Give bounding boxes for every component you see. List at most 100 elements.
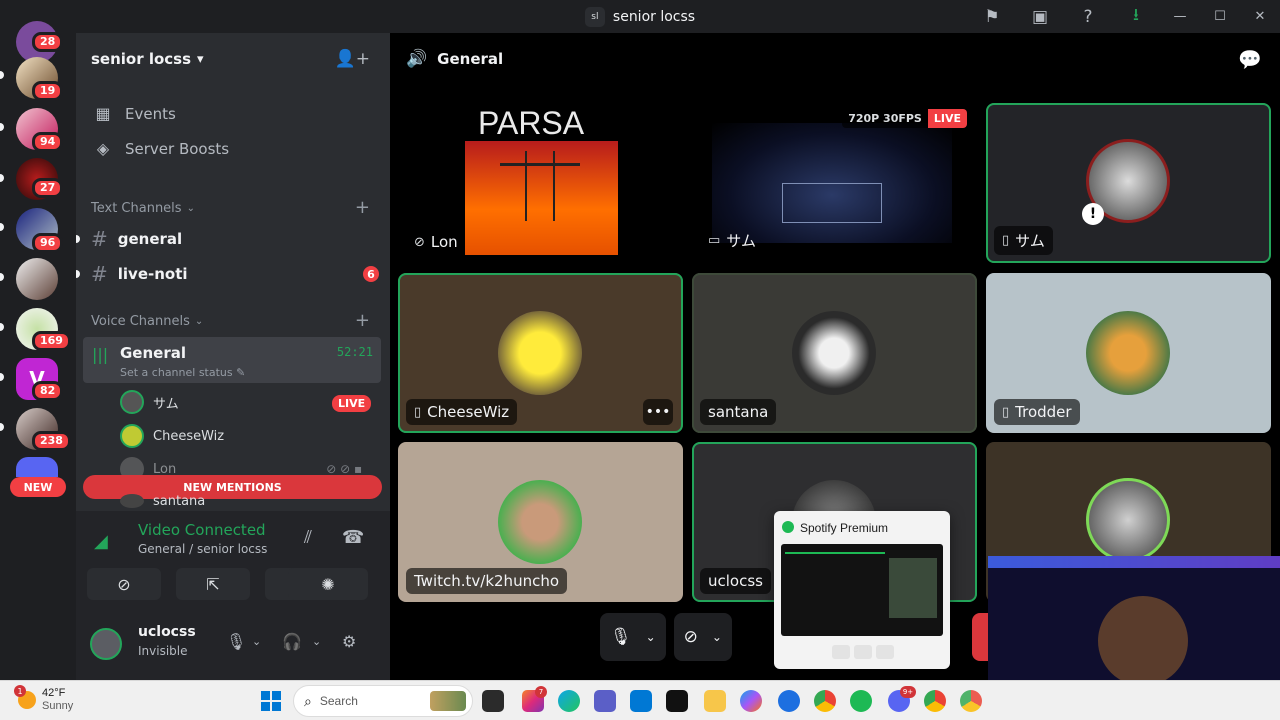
temperature: 42°F bbox=[42, 687, 66, 699]
start-button[interactable] bbox=[261, 691, 281, 711]
events-link[interactable]: ▦ Events bbox=[91, 104, 176, 123]
sun-icon: 1 bbox=[14, 685, 36, 709]
inbox-icon[interactable]: ▣ bbox=[1016, 0, 1064, 33]
create-text-channel-button[interactable]: + bbox=[355, 197, 370, 218]
chrome-icon[interactable] bbox=[814, 690, 836, 712]
download-icon[interactable]: ⭳ bbox=[1112, 0, 1160, 33]
spotify-thumbnail-popup[interactable]: Spotify Premium bbox=[774, 511, 950, 669]
channel-title: General bbox=[437, 50, 504, 68]
microphone-icon[interactable]: 🎙 bbox=[226, 632, 246, 651]
headphones-icon[interactable]: 🎧 bbox=[282, 632, 302, 651]
chevron-down-icon[interactable]: ⌄ bbox=[312, 635, 321, 648]
set-channel-status[interactable]: Set a channel status ✎ bbox=[120, 366, 245, 379]
chrome-profile-icon[interactable] bbox=[960, 690, 982, 712]
camera-off-icon: ⊘ bbox=[117, 574, 131, 594]
mute-button[interactable]: 🎙 ⌄ bbox=[600, 613, 666, 661]
voice-connected-subtitle[interactable]: General / senior locss bbox=[138, 542, 267, 556]
next-track-button[interactable] bbox=[876, 645, 894, 659]
file-explorer-icon[interactable] bbox=[482, 690, 504, 712]
participant-name: Lon bbox=[430, 233, 458, 251]
create-voice-channel-button[interactable]: + bbox=[355, 310, 370, 331]
voice-user[interactable]: サム bbox=[120, 388, 179, 416]
spotify-icon[interactable] bbox=[850, 690, 872, 712]
user-status: Invisible bbox=[138, 644, 188, 658]
stream-tile[interactable]: 720P 30FPS LIVE ▭ サム bbox=[692, 103, 977, 263]
boosts-label: Server Boosts bbox=[125, 139, 230, 158]
mobile-icon: ▯ bbox=[1002, 404, 1010, 420]
text-channels-category[interactable]: Text Channels ⌄ bbox=[91, 201, 195, 216]
video-tile[interactable]: ▯ Trodder bbox=[986, 273, 1271, 433]
app-icon[interactable] bbox=[778, 690, 800, 712]
signal-icon[interactable]: ◢ bbox=[94, 531, 108, 552]
voice-channels-category[interactable]: Voice Channels ⌄ bbox=[91, 314, 203, 329]
calendar-icon: ▦ bbox=[95, 104, 111, 123]
channel-live-noti[interactable]: # live-noti 6 bbox=[76, 259, 379, 289]
events-label: Events bbox=[125, 104, 176, 123]
add-member-icon[interactable]: 👤+ bbox=[335, 49, 370, 69]
chevron-down-icon: ⌄ bbox=[645, 630, 656, 644]
voice-channel-general[interactable]: ||| General 52:21 Set a channel status ✎ bbox=[83, 337, 381, 383]
server-header[interactable]: senior locss ▾ 👤+ bbox=[76, 33, 390, 85]
video-tile[interactable]: santana bbox=[692, 273, 977, 433]
stream-quality-badge: 720P 30FPS LIVE bbox=[842, 109, 967, 128]
minimize-button[interactable]: — bbox=[1160, 0, 1200, 33]
server-icon[interactable] bbox=[16, 258, 58, 300]
weather-badge: 1 bbox=[14, 685, 26, 697]
chrome-profile-icon[interactable] bbox=[924, 690, 946, 712]
channel-sidebar: senior locss ▾ 👤+ ▦ Events ◈ Server Boos… bbox=[76, 33, 390, 680]
noise-suppression-icon[interactable]: ⫽ bbox=[304, 527, 312, 548]
folder-icon[interactable] bbox=[704, 690, 726, 712]
username[interactable]: uclocss bbox=[138, 624, 196, 640]
disconnect-icon[interactable]: ☎ bbox=[342, 527, 364, 548]
maximize-button[interactable]: ☐ bbox=[1200, 0, 1240, 33]
edge-icon[interactable] bbox=[558, 690, 580, 712]
spotify-icon bbox=[782, 521, 794, 533]
participant-name: Trodder bbox=[1015, 403, 1072, 421]
voice-user[interactable]: CheeseWiz bbox=[120, 422, 224, 450]
chevron-down-icon[interactable]: ⌄ bbox=[252, 635, 261, 648]
camera-off-button[interactable]: ⊘ bbox=[87, 568, 161, 600]
video-tile[interactable]: PARSA ⊘ Lon bbox=[398, 103, 683, 263]
avatar bbox=[792, 311, 876, 395]
more-options-button[interactable]: ••• bbox=[643, 399, 673, 425]
live-badge: LIVE bbox=[332, 395, 372, 412]
taskbar-search[interactable]: ⌕ Search bbox=[293, 685, 473, 717]
previous-track-button[interactable] bbox=[832, 645, 850, 659]
avatar bbox=[1086, 311, 1170, 395]
avatar[interactable] bbox=[90, 628, 122, 660]
flag-icon[interactable]: ⚑ bbox=[968, 0, 1016, 33]
video-tile[interactable]: ▯ CheeseWiz ••• bbox=[398, 273, 683, 433]
participant-name: santana bbox=[708, 403, 769, 421]
spotify-preview bbox=[781, 544, 943, 636]
server-boosts-link[interactable]: ◈ Server Boosts bbox=[91, 139, 229, 158]
server-badge: 82 bbox=[32, 381, 64, 401]
voice-user-name: CheeseWiz bbox=[153, 428, 225, 444]
teams-icon[interactable] bbox=[594, 690, 616, 712]
copilot-icon[interactable] bbox=[740, 690, 762, 712]
help-icon[interactable]: ? bbox=[1064, 0, 1112, 33]
microphone-icon: 🎙 bbox=[610, 627, 632, 647]
camera-off-icon: ⊘ bbox=[683, 627, 698, 647]
play-pause-button[interactable] bbox=[854, 645, 872, 659]
hash-icon: # bbox=[91, 262, 108, 286]
close-button[interactable]: ✕ bbox=[1240, 0, 1280, 33]
participant-name: Twitch.tv/k2huncho bbox=[414, 572, 560, 590]
video-tile[interactable]: Twitch.tv/k2huncho bbox=[398, 442, 683, 602]
camera-toggle-button[interactable]: ⊘ ⌄ bbox=[673, 613, 732, 661]
server-list: 28 19 94 27 96 169 V 82 238 NEW bbox=[0, 21, 76, 680]
weather-widget[interactable]: 1 42°F Sunny bbox=[14, 685, 73, 713]
soundboard-button[interactable]: ✺ bbox=[288, 568, 368, 600]
call-of-duty-icon[interactable] bbox=[666, 690, 688, 712]
avatar bbox=[120, 494, 144, 508]
channel-general[interactable]: # general bbox=[76, 224, 182, 254]
share-screen-button[interactable]: ⇱ bbox=[176, 568, 250, 600]
webcam-overlay bbox=[988, 556, 1280, 680]
soundboard-icon: ✺ bbox=[321, 574, 335, 594]
chat-bubble-icon[interactable]: 💬 bbox=[1238, 48, 1262, 71]
store-icon[interactable] bbox=[630, 690, 652, 712]
server-icon[interactable] bbox=[16, 457, 58, 477]
new-unreads-pill[interactable]: NEW bbox=[10, 477, 66, 497]
settings-gear-icon[interactable]: ⚙ bbox=[342, 632, 356, 651]
voice-user[interactable]: santana bbox=[120, 491, 205, 511]
video-tile[interactable]: ! ▯ サム bbox=[986, 103, 1271, 263]
